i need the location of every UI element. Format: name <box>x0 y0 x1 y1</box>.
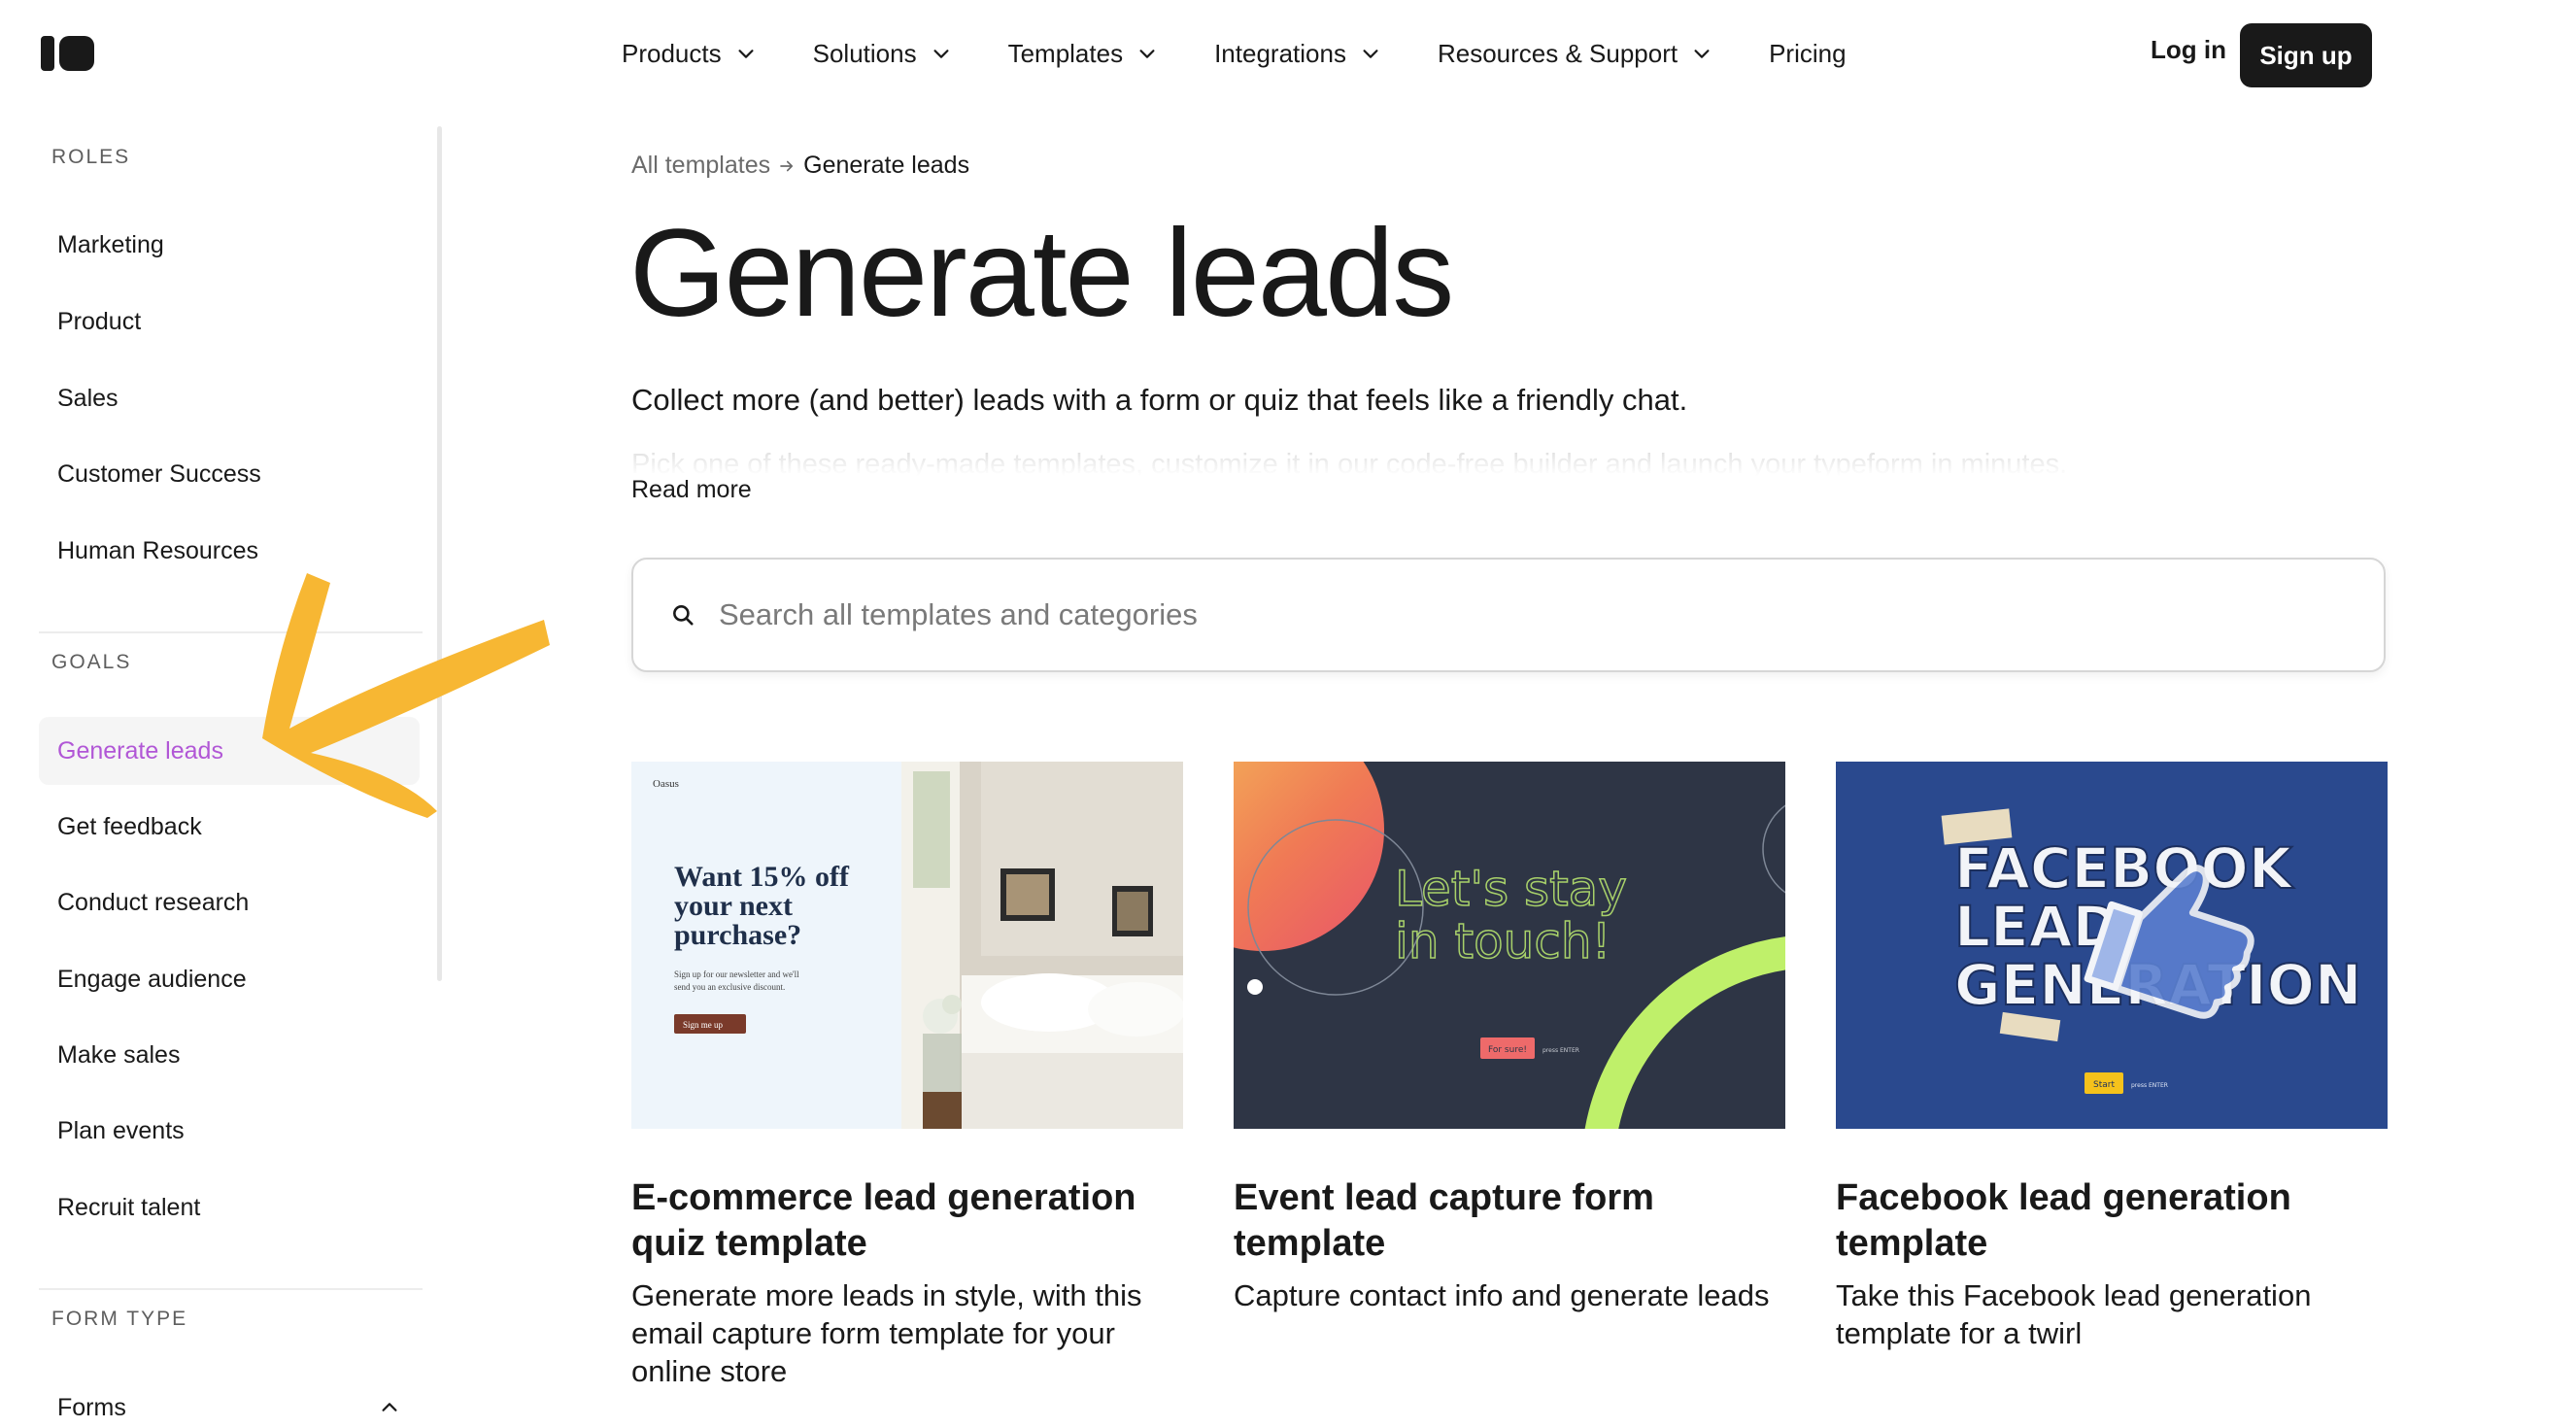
template-card-title-line: quiz template <box>631 1223 867 1264</box>
template-card-title-line: template <box>1234 1223 1386 1264</box>
login-link[interactable]: Log in <box>2151 35 2226 65</box>
nav-label: Integrations <box>1214 38 1346 68</box>
template-card-title: Event lead capture form template <box>1234 1175 1785 1267</box>
logo-square <box>59 36 94 71</box>
preview-headline: FACEBOOK <box>1954 835 2294 901</box>
top-nav: Products Solutions Templates Integration… <box>622 29 1847 78</box>
preview-headline: Let's stay <box>1395 861 1627 917</box>
preview-brand: Oasus <box>653 778 679 790</box>
template-card-description: Take this Facebook lead generation templ… <box>1836 1276 2388 1352</box>
preview-subtext: send you an exclusive discount. <box>674 982 785 992</box>
logo-bar <box>41 36 54 71</box>
sidebar-item-customer-success[interactable]: Customer Success <box>39 440 420 508</box>
sidebar-item-plan-events[interactable]: Plan events <box>39 1097 420 1165</box>
sidebar-item-label: Forms <box>57 1393 126 1421</box>
sidebar-scrollbar[interactable] <box>437 126 442 981</box>
template-card-facebook[interactable]: FACEBOOK LEAD GENERATION Start press ENT… <box>1836 762 2388 1352</box>
section-label-form-type: FORM TYPE <box>51 1308 188 1330</box>
chevron-down-icon <box>1694 50 1710 58</box>
ecommerce-preview-image: Oasus Want 15% off your next purchase? S… <box>631 762 1183 1129</box>
nav-products[interactable]: Products <box>622 39 757 69</box>
sidebar-item-forms[interactable]: Forms <box>39 1374 420 1428</box>
breadcrumb-current: Generate leads <box>803 152 970 179</box>
annotation-arrow-icon <box>262 573 550 818</box>
intro-text: Collect more (and better) leads with a f… <box>631 383 1688 417</box>
read-more-link[interactable]: Read more <box>631 476 752 504</box>
template-grid: Oasus Want 15% off your next purchase? S… <box>631 762 2390 1428</box>
nav-solutions[interactable]: Solutions <box>813 39 952 69</box>
template-card-title-line: template <box>1836 1223 1988 1264</box>
intro-text-truncated: Pick one of these ready-made templates, … <box>631 449 2068 476</box>
preview-subtext: Sign up for our newsletter and we'll <box>674 969 799 979</box>
template-card-description-line: template for a twirl <box>1836 1316 2083 1350</box>
template-thumbnail: FACEBOOK LEAD GENERATION Start press ENT… <box>1836 762 2388 1129</box>
preview-button: For sure! <box>1488 1045 1527 1055</box>
chevron-down-icon <box>1139 50 1155 58</box>
chevron-down-icon <box>738 50 754 58</box>
preview-headline: in touch! <box>1395 913 1611 969</box>
chevron-down-icon <box>1363 50 1378 58</box>
template-card-event[interactable]: Let's stay in touch! For sure! press ENT… <box>1234 762 1785 1314</box>
nav-label: Products <box>622 38 722 68</box>
preview-hint: press ENTER <box>1542 1047 1579 1054</box>
brand-logo[interactable] <box>41 36 95 71</box>
nav-label: Templates <box>1007 38 1124 68</box>
page: Products Solutions Templates Integration… <box>0 0 2576 1428</box>
template-card-description-line: Take this Facebook lead generation <box>1836 1278 2312 1312</box>
preview-button: Start <box>2093 1080 2115 1090</box>
page-title: Generate leads <box>629 204 1454 343</box>
template-card-description-line: Generate more leads in style, with this <box>631 1278 1142 1312</box>
event-preview-image: Let's stay in touch! For sure! press ENT… <box>1234 762 1785 1129</box>
nav-label: Resources & Support <box>1437 38 1678 68</box>
template-card-title-line: E-commerce lead generation <box>631 1177 1136 1218</box>
facebook-preview-image: FACEBOOK LEAD GENERATION Start press ENT… <box>1836 762 2388 1129</box>
breadcrumb: All templates Generate leads <box>631 152 969 180</box>
nav-pricing[interactable]: Pricing <box>1769 39 1846 69</box>
template-card-description-line: Capture contact info and generate leads <box>1234 1278 1770 1312</box>
divider <box>39 1288 423 1290</box>
template-card-title-line: Facebook lead generation <box>1836 1177 2291 1218</box>
search-box[interactable] <box>631 558 2386 672</box>
template-thumbnail: Let's stay in touch! For sure! press ENT… <box>1234 762 1785 1129</box>
breadcrumb-parent-link[interactable]: All templates <box>631 152 770 180</box>
chevron-down-icon <box>933 50 949 58</box>
template-card-description-line: online store <box>631 1354 788 1388</box>
sidebar-item-conduct-research[interactable]: Conduct research <box>39 868 420 936</box>
sidebar-item-product[interactable]: Product <box>39 288 420 356</box>
signup-button[interactable]: Sign up <box>2240 23 2372 87</box>
section-label-goals: GOALS <box>51 651 132 673</box>
template-card-ecommerce[interactable]: Oasus Want 15% off your next purchase? S… <box>631 762 1183 1390</box>
sidebar-item-sales[interactable]: Sales <box>39 364 420 432</box>
template-thumbnail: Oasus Want 15% off your next purchase? S… <box>631 762 1183 1129</box>
search-icon <box>673 605 694 626</box>
nav-templates[interactable]: Templates <box>1008 39 1159 69</box>
sidebar-item-recruit-talent[interactable]: Recruit talent <box>39 1173 420 1241</box>
template-card-title-line: Event lead capture form <box>1234 1177 1654 1218</box>
preview-headline: purchase? <box>674 919 801 951</box>
nav-label: Pricing <box>1769 38 1847 68</box>
arrow-right-icon <box>780 160 794 171</box>
section-label-roles: ROLES <box>51 146 131 168</box>
template-card-description: Generate more leads in style, with this … <box>631 1276 1183 1390</box>
nav-integrations[interactable]: Integrations <box>1214 39 1381 69</box>
search-input[interactable] <box>719 597 2273 632</box>
template-card-title: Facebook lead generation template <box>1836 1175 2388 1267</box>
template-card-description: Capture contact info and generate leads <box>1234 1276 1785 1314</box>
preview-hint: press ENTER <box>2131 1082 2168 1089</box>
preview-button: Sign me up <box>683 1020 724 1030</box>
template-card-description-line: email capture form template for your <box>631 1316 1115 1350</box>
preview-headline: Want 15% off <box>674 861 850 893</box>
sidebar-item-engage-audience[interactable]: Engage audience <box>39 945 420 1013</box>
nav-resources-support[interactable]: Resources & Support <box>1438 39 1712 69</box>
chevron-up-icon <box>382 1403 397 1411</box>
sidebar-item-make-sales[interactable]: Make sales <box>39 1021 420 1089</box>
preview-headline: your next <box>674 890 793 922</box>
sidebar-item-marketing[interactable]: Marketing <box>39 211 420 279</box>
nav-label: Solutions <box>812 38 917 68</box>
template-card-title: E-commerce lead generation quiz template <box>631 1175 1183 1267</box>
